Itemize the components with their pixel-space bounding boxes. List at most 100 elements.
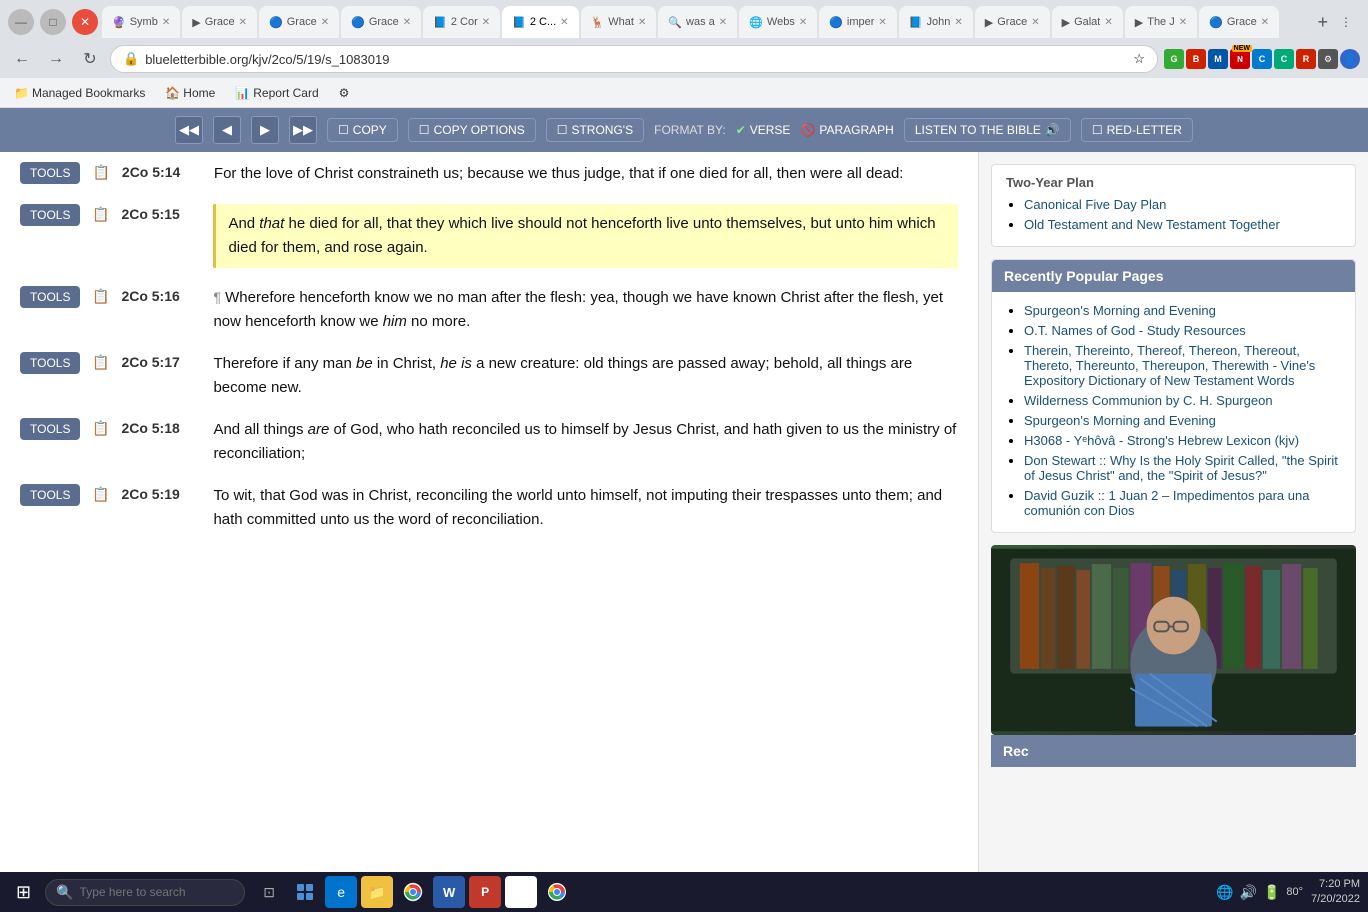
- taskbar-icon-taskview[interactable]: ⊡: [253, 876, 285, 908]
- tab-close-galat[interactable]: ✕: [1104, 17, 1112, 28]
- red-letter-button[interactable]: ☐ RED-LETTER: [1081, 118, 1193, 142]
- start-button[interactable]: ⊞: [8, 878, 39, 907]
- tab-2cor[interactable]: 📘2 Cor✕: [423, 6, 500, 38]
- link-h3068[interactable]: H3068 - Yᵉhôvâ - Strong's Hebrew Lexicon…: [1024, 433, 1341, 448]
- clock[interactable]: 7:20 PM 7/20/2022: [1311, 877, 1360, 908]
- copy-button[interactable]: ☐ COPY: [327, 118, 398, 142]
- volume-icon[interactable]: 🔊: [1240, 884, 1257, 901]
- tab-close-grace4[interactable]: ✕: [1031, 17, 1039, 28]
- nav-prev-button[interactable]: ◀: [213, 116, 241, 144]
- tab-grace2[interactable]: 🔵Grace✕: [259, 6, 339, 38]
- nav-next-next-button[interactable]: ▶▶: [289, 116, 317, 144]
- taskbar-icon-word[interactable]: W: [433, 876, 465, 908]
- ot-nt-plan-link[interactable]: Old Testament and New Testament Together: [1024, 217, 1341, 232]
- link-spurgeon-1[interactable]: Spurgeon's Morning and Evening: [1024, 303, 1341, 318]
- tools-button-514[interactable]: TOOLS: [20, 162, 80, 184]
- link-david-guzik[interactable]: David Guzik :: 1 Juan 2 – Impedimentos p…: [1024, 488, 1341, 518]
- tab-close-2cor[interactable]: ✕: [482, 17, 490, 28]
- tab-close-was[interactable]: ✕: [719, 17, 727, 28]
- tab-grace1[interactable]: ▶Grace✕: [182, 6, 257, 38]
- nav-next-button[interactable]: ▶: [251, 116, 279, 144]
- tab-syb[interactable]: 🔮Symb✕: [102, 6, 180, 38]
- address-bar[interactable]: 🔒 blueletterbible.org/kjv/2co/5/19/s_108…: [110, 45, 1158, 73]
- back-button[interactable]: ←: [8, 45, 36, 73]
- copy-icon-516[interactable]: 📋: [92, 288, 109, 305]
- ext-icon-5[interactable]: C: [1274, 49, 1294, 69]
- tools-button-515[interactable]: TOOLS: [20, 204, 80, 226]
- taskbar-icon-chrome2[interactable]: [541, 876, 573, 908]
- copy-icon-518[interactable]: 📋: [92, 420, 109, 437]
- tab-web[interactable]: 🌐Webs✕: [739, 6, 817, 38]
- tab-thej[interactable]: ▶The J✕: [1125, 6, 1197, 38]
- tab-close-imp[interactable]: ✕: [878, 17, 886, 28]
- ext-icon-4[interactable]: C: [1252, 49, 1272, 69]
- paragraph-format-option[interactable]: 🚫 PARAGRAPH: [800, 123, 893, 137]
- tab-grace5[interactable]: 🔵Grace✕: [1199, 6, 1279, 38]
- strongs-button[interactable]: ☐ STRONG'S: [546, 118, 644, 142]
- listen-button[interactable]: LISTEN TO THE BIBLE 🔊: [904, 118, 1071, 142]
- link-wilderness[interactable]: Wilderness Communion by C. H. Spurgeon: [1024, 393, 1341, 408]
- taskbar-icon-gmail[interactable]: ✉: [505, 876, 537, 908]
- search-input[interactable]: [80, 885, 220, 899]
- link-spurgeon-2[interactable]: Spurgeon's Morning and Evening: [1024, 413, 1341, 428]
- ext-icon-6[interactable]: R: [1296, 49, 1316, 69]
- star-icon[interactable]: ☆: [1133, 51, 1145, 67]
- tab-close-what[interactable]: ✕: [638, 17, 646, 28]
- taskbar-icon-edge[interactable]: e: [325, 876, 357, 908]
- canonical-plan-link[interactable]: Canonical Five Day Plan: [1024, 197, 1341, 212]
- ext-icon-7[interactable]: ⚙: [1318, 49, 1338, 69]
- taskbar-search-bar[interactable]: 🔍: [45, 879, 245, 906]
- verse-format-option[interactable]: ✔ VERSE: [736, 123, 791, 137]
- tools-button-517[interactable]: TOOLS: [20, 352, 80, 374]
- tab-list-button[interactable]: ⋮: [1332, 8, 1360, 36]
- tab-galat[interactable]: ▶Galat✕: [1052, 6, 1123, 38]
- copy-options-button[interactable]: ☐ COPY OPTIONS: [408, 118, 536, 142]
- copy-icon-517[interactable]: 📋: [92, 354, 109, 371]
- ext-icon-1[interactable]: G: [1164, 49, 1184, 69]
- link-ot-names[interactable]: O.T. Names of God - Study Resources: [1024, 323, 1341, 338]
- profile-button[interactable]: 👤: [1340, 49, 1360, 69]
- tab-close-john[interactable]: ✕: [954, 17, 962, 28]
- minimize-button[interactable]: —: [8, 9, 34, 35]
- taskbar-icon-explorer[interactable]: 📁: [361, 876, 393, 908]
- bookmark-report[interactable]: 📊 Report Card: [229, 84, 324, 102]
- tab-john[interactable]: 📘John✕: [899, 6, 973, 38]
- copy-icon-514[interactable]: 📋: [92, 164, 109, 181]
- tools-button-516[interactable]: TOOLS: [20, 286, 80, 308]
- tab-current[interactable]: 📘2 C...✕: [502, 6, 578, 38]
- forward-button[interactable]: →: [42, 45, 70, 73]
- tab-close-grace2[interactable]: ✕: [321, 17, 329, 28]
- bookmark-home[interactable]: 🏠 Home: [159, 84, 221, 102]
- bookmark-managed[interactable]: 📁 Managed Bookmarks: [8, 84, 151, 102]
- tools-button-519[interactable]: TOOLS: [20, 484, 80, 506]
- nav-prev-prev-button[interactable]: ◀◀: [175, 116, 203, 144]
- tab-imp[interactable]: 🔵imper✕: [819, 6, 897, 38]
- ext-icon-new[interactable]: NNEW: [1230, 49, 1250, 69]
- copy-icon-515[interactable]: 📋: [92, 206, 109, 223]
- ext-icon-2[interactable]: B: [1186, 49, 1206, 69]
- reload-button[interactable]: ↻: [76, 45, 104, 73]
- taskbar-icon-widgets[interactable]: [289, 876, 321, 908]
- bookmark-settings[interactable]: ⚙: [333, 84, 356, 102]
- new-tab-button[interactable]: +: [1317, 12, 1328, 33]
- bible-content[interactable]: TOOLS 📋 2Co 5:14 For the love of Christ …: [0, 152, 978, 912]
- tab-grace3[interactable]: 🔵Grace✕: [341, 6, 421, 38]
- tab-close-grace3[interactable]: ✕: [403, 17, 411, 28]
- ext-icon-3[interactable]: M: [1208, 49, 1228, 69]
- taskbar-icon-powerpoint[interactable]: P: [469, 876, 501, 908]
- link-therein[interactable]: Therein, Thereinto, Thereof, Thereon, Th…: [1024, 343, 1341, 388]
- tab-grace4[interactable]: ▶Grace✕: [975, 6, 1050, 38]
- tab-close-syb[interactable]: ✕: [162, 17, 170, 28]
- tab-close-grace1[interactable]: ✕: [239, 17, 247, 28]
- tab-close-current[interactable]: ✕: [560, 17, 568, 28]
- tab-was[interactable]: 🔍was a✕: [658, 6, 737, 38]
- tab-what[interactable]: 🦌What✕: [581, 6, 657, 38]
- maximize-button[interactable]: □: [40, 9, 66, 35]
- tab-close-thej[interactable]: ✕: [1179, 17, 1187, 28]
- taskbar-icon-chrome[interactable]: [397, 876, 429, 908]
- video-thumbnail[interactable]: [991, 545, 1356, 735]
- copy-icon-519[interactable]: 📋: [92, 486, 109, 503]
- tab-close-web[interactable]: ✕: [799, 17, 807, 28]
- tools-button-518[interactable]: TOOLS: [20, 418, 80, 440]
- tab-close-grace5[interactable]: ✕: [1261, 17, 1269, 28]
